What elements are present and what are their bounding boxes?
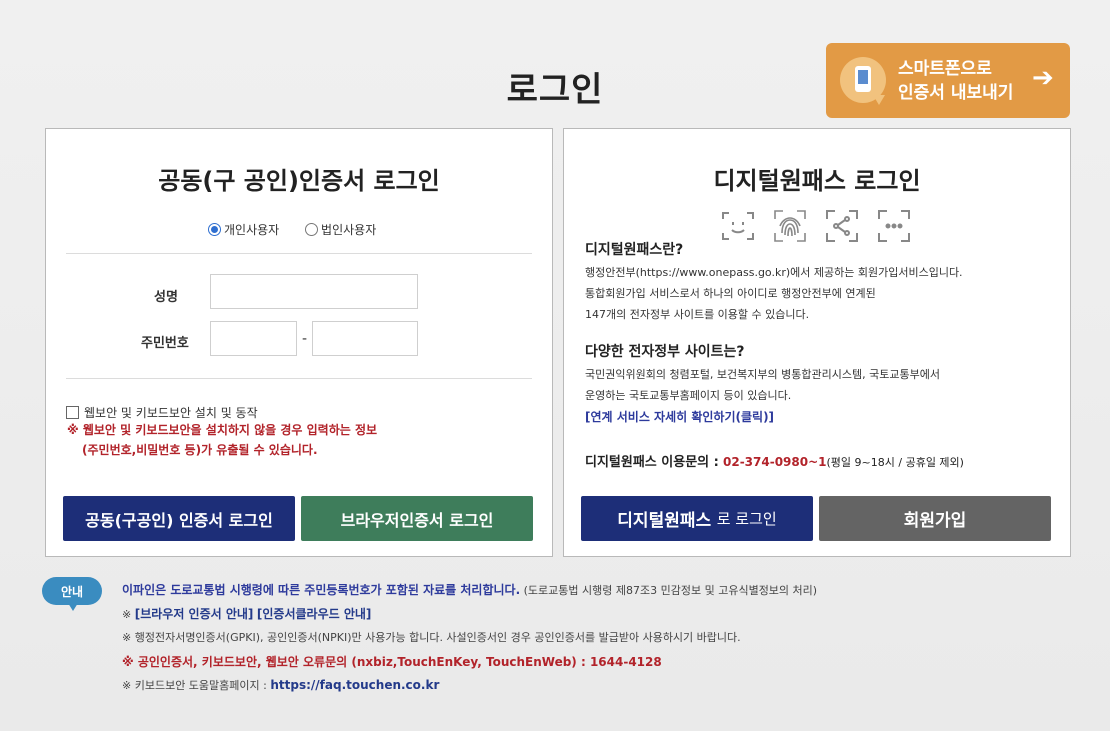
divider [66,378,532,379]
onepass-login-button[interactable]: 디지털원패스 로 로그인 [581,496,813,541]
pin-icon [877,209,911,243]
linked-services-link[interactable]: [연계 서비스 자세히 확인하기(클릭)] [585,408,774,425]
cert-login-panel: 공동(구 공인)인증서 로그인 개인사용자 법인사용자 성명 주민번호 - 웹보… [45,128,553,557]
cert-login-title: 공동(구 공인)인증서 로그인 [158,167,440,195]
divider [66,253,532,254]
signup-button[interactable]: 회원가입 [819,496,1051,541]
export-cert-button[interactable]: 스마트폰으로 인증서 내보내기 ➔ [826,43,1070,118]
security-warning-2: (주민번호,비밀번호 등)가 유출될 수 있습니다. [82,443,318,457]
touchen-faq-link[interactable]: https://faq.touchen.co.kr [270,678,439,692]
user-type-radios: 개인사용자 법인사용자 [208,221,398,239]
name-input[interactable] [210,274,418,309]
smartphone-icon [840,57,886,105]
onepass-login-title: 디지털원패스 로그인 [713,167,921,195]
security-checkbox[interactable]: 웹보안 및 키보드보안 설치 및 동작 [66,404,258,421]
rrn-dash: - [302,331,308,347]
notice-line-3: ※ 행정전자서명인증서(GPKI), 공인인증서(NPKI)만 사용가능 합니다… [122,631,741,644]
egov-sites-heading: 다양한 전자정부 사이트는? [585,344,745,360]
radio-corporate[interactable]: 법인사용자 [305,221,376,238]
pattern-icon [825,209,859,243]
browser-cert-guide-link[interactable]: [브라우저 인증서 안내] [135,607,254,621]
rrn-back-input[interactable] [312,321,418,356]
cert-login-button[interactable]: 공동(구공인) 인증서 로그인 [63,496,295,541]
notice-line-4: ※ 공인인증서, 키보드보안, 웹보안 오류문의 (nxbiz,TouchEnK… [122,655,662,669]
security-warning: ※ 웹보안 및 키보드보안을 설치하지 않을 경우 입력하는 정보 [67,423,378,437]
egov-sites-text: 국민권익위원회의 청렴포털, 보건복지부의 병통합관리시스템, 국토교통부에서 … [585,368,940,402]
notice-line-1: 이파인은 도로교통법 시행령에 따른 주민등록번호가 포함된 자료를 처리합니다… [122,583,818,597]
export-line1: 스마트폰으로 [898,59,992,79]
rrn-front-input[interactable] [210,321,297,356]
rrn-label: 주민번호 [141,336,189,351]
notice-line-2: ※ [브라우저 인증서 안내] [인증서클라우드 안내] [122,607,372,621]
arrow-right-icon: ➔ [1032,63,1054,93]
onepass-what-heading: 디지털원패스란? [585,242,684,258]
face-id-icon [721,209,755,243]
export-line2: 인증서 내보내기 [898,83,1014,103]
notice-line-5: ※ 키보드보안 도움말홈페이지 : https://faq.touchen.co… [122,678,440,692]
notice-badge: 안내 [42,577,102,611]
name-label: 성명 [154,290,178,305]
auth-method-icons [721,209,911,243]
browser-cert-login-button[interactable]: 브라우저인증서 로그인 [301,496,533,541]
radio-personal[interactable]: 개인사용자 [208,221,279,238]
onepass-contact: 디지털원패스 이용문의 : 02-374-0980~1(평일 9~18시 / 공… [585,455,964,470]
onepass-login-panel: 디지털원패스 로그인 디지털원패스란? 행정안전부(https://www.on… [563,128,1071,557]
onepass-what-text: 행정안전부(https://www.onepass.go.kr)에서 제공하는 … [585,266,963,321]
cert-cloud-guide-link[interactable]: [인증서클라우드 안내] [257,607,372,621]
fingerprint-icon [773,209,807,243]
